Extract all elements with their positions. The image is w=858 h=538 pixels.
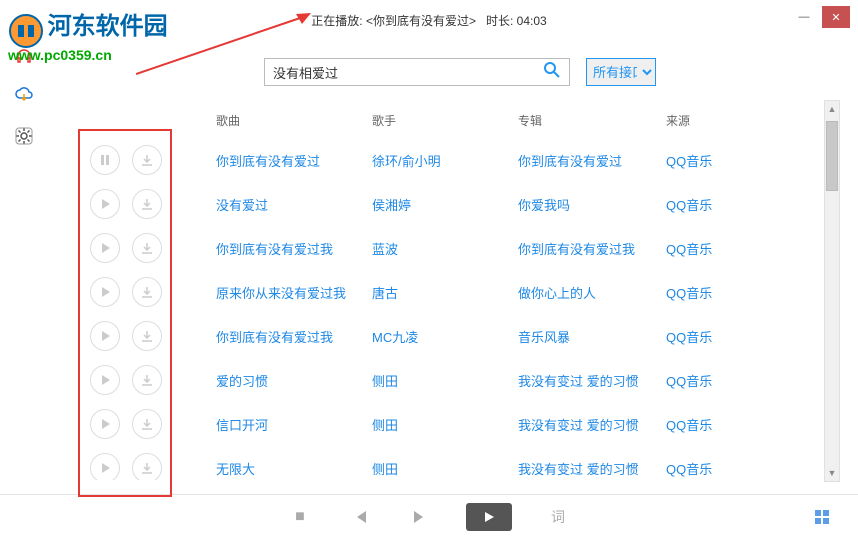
cloud-download-icon[interactable]: [12, 84, 36, 108]
headphones-icon[interactable]: [12, 44, 36, 68]
play-row-button[interactable]: [90, 277, 120, 307]
col-header-source: 来源: [666, 112, 744, 129]
play-row-button[interactable]: [90, 453, 120, 480]
artist-link[interactable]: 侧田: [372, 415, 518, 434]
album-link[interactable]: 你到底有没有爱过: [518, 151, 666, 170]
col-header-artist: 歌手: [372, 112, 518, 129]
artist-link[interactable]: 蓝波: [372, 239, 518, 258]
table-row: 原来你从来没有爱过我唐古做你心上的人QQ音乐: [82, 270, 816, 314]
play-row-button[interactable]: [90, 233, 120, 263]
source-link[interactable]: QQ音乐: [666, 283, 744, 302]
source-link[interactable]: QQ音乐: [666, 239, 744, 258]
song-link[interactable]: 你到底有没有爱过我: [216, 327, 372, 346]
album-link[interactable]: 你到底有没有爱过我: [518, 239, 666, 258]
header: 正在播放: <你到底有没有爱过> 时长: 04:03: [0, 8, 858, 32]
search-input[interactable]: [273, 65, 543, 80]
play-button[interactable]: [466, 503, 512, 531]
song-link[interactable]: 没有爱过: [216, 195, 372, 214]
search-icon[interactable]: [543, 61, 561, 84]
song-link[interactable]: 你到底有没有爱过: [216, 151, 372, 170]
play-row-button[interactable]: [90, 409, 120, 439]
prev-button[interactable]: [346, 503, 374, 531]
search-row: 所有接口: [264, 58, 656, 86]
stop-button[interactable]: ■: [286, 503, 314, 531]
pause-row-button[interactable]: [90, 145, 120, 175]
download-row-button[interactable]: [132, 453, 162, 480]
song-link[interactable]: 爱的习惯: [216, 371, 372, 390]
download-row-button[interactable]: [132, 145, 162, 175]
song-link[interactable]: 原来你从来没有爱过我: [216, 283, 372, 302]
song-link[interactable]: 你到底有没有爱过我: [216, 239, 372, 258]
table-row: 无限大侧田我没有变过 爱的习惯QQ音乐: [82, 446, 816, 480]
download-row-button[interactable]: [132, 365, 162, 395]
grid-view-button[interactable]: [808, 503, 836, 531]
track-list: 你到底有没有爱过徐环/俞小明你到底有没有爱过QQ音乐没有爱过侯湘婷你爱我吗QQ音…: [82, 138, 816, 480]
artist-link[interactable]: 徐环/俞小明: [372, 151, 518, 170]
search-box: [264, 58, 570, 86]
artist-link[interactable]: 侯湘婷: [372, 195, 518, 214]
interface-select[interactable]: 所有接口: [586, 58, 656, 86]
artist-link[interactable]: 侧田: [372, 459, 518, 478]
table-row: 你到底有没有爱过徐环/俞小明你到底有没有爱过QQ音乐: [82, 138, 816, 182]
settings-icon[interactable]: [12, 124, 36, 148]
song-link[interactable]: 无限大: [216, 459, 372, 478]
play-row-button[interactable]: [90, 365, 120, 395]
now-playing-text: 正在播放: <你到底有没有爱过> 时长: 04:03: [311, 12, 546, 29]
source-link[interactable]: QQ音乐: [666, 371, 744, 390]
source-link[interactable]: QQ音乐: [666, 415, 744, 434]
table-row: 爱的习惯侧田我没有变过 爱的习惯QQ音乐: [82, 358, 816, 402]
table-row: 你到底有没有爱过我蓝波你到底有没有爱过我QQ音乐: [82, 226, 816, 270]
scroll-up-icon[interactable]: ▲: [825, 101, 839, 117]
album-link[interactable]: 我没有变过 爱的习惯: [518, 371, 666, 390]
source-link[interactable]: QQ音乐: [666, 459, 744, 478]
album-link[interactable]: 我没有变过 爱的习惯: [518, 415, 666, 434]
col-header-album: 专辑: [518, 112, 666, 129]
scrollbar-thumb[interactable]: [826, 121, 838, 191]
table-header: 歌曲 歌手 专辑 来源: [216, 112, 816, 129]
artist-link[interactable]: 侧田: [372, 371, 518, 390]
artist-link[interactable]: 唐古: [372, 283, 518, 302]
download-row-button[interactable]: [132, 321, 162, 351]
scrollbar[interactable]: ▲ ▼: [824, 100, 840, 482]
play-row-button[interactable]: [90, 189, 120, 219]
close-button[interactable]: ✕: [822, 6, 850, 28]
minimize-button[interactable]: —: [790, 6, 818, 28]
album-link[interactable]: 我没有变过 爱的习惯: [518, 459, 666, 478]
lyric-button[interactable]: 词: [544, 503, 572, 531]
window-controls: — ✕: [790, 6, 850, 28]
source-link[interactable]: QQ音乐: [666, 327, 744, 346]
song-link[interactable]: 信口开河: [216, 415, 372, 434]
source-link[interactable]: QQ音乐: [666, 195, 744, 214]
album-link[interactable]: 你爱我吗: [518, 195, 666, 214]
source-link[interactable]: QQ音乐: [666, 151, 744, 170]
next-button[interactable]: [406, 503, 434, 531]
download-row-button[interactable]: [132, 233, 162, 263]
album-link[interactable]: 做你心上的人: [518, 283, 666, 302]
play-row-button[interactable]: [90, 321, 120, 351]
player-footer: ■ 词: [0, 494, 858, 538]
download-row-button[interactable]: [132, 189, 162, 219]
artist-link[interactable]: MC九凌: [372, 327, 518, 346]
album-link[interactable]: 音乐风暴: [518, 327, 666, 346]
table-row: 信口开河侧田我没有变过 爱的习惯QQ音乐: [82, 402, 816, 446]
download-row-button[interactable]: [132, 277, 162, 307]
table-row: 没有爱过侯湘婷你爱我吗QQ音乐: [82, 182, 816, 226]
table-row: 你到底有没有爱过我MC九凌音乐风暴QQ音乐: [82, 314, 816, 358]
download-row-button[interactable]: [132, 409, 162, 439]
scroll-down-icon[interactable]: ▼: [825, 465, 839, 481]
sidebar: [12, 44, 42, 148]
col-header-song: 歌曲: [216, 112, 372, 129]
